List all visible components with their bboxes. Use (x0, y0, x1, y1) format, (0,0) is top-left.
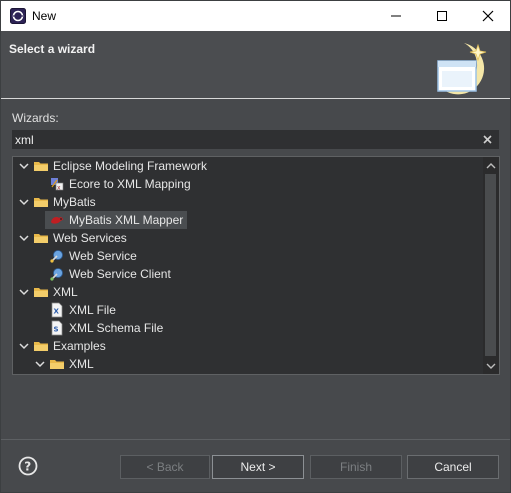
wizard-header: Select a wizard (1, 31, 510, 98)
maximize-icon (437, 11, 447, 21)
chevron-down-icon[interactable] (18, 232, 30, 244)
tree-item-web-services[interactable]: Web Services (13, 229, 483, 247)
folder-icon (50, 360, 64, 369)
cancel-button-label: Cancel (434, 460, 472, 474)
tree-item-mybatis[interactable]: MyBatis (13, 193, 483, 211)
tree-item-ecore-to-xml-mapping[interactable]: x Ecore to XML Mapping (13, 175, 483, 193)
web-service-client-icon (50, 268, 63, 281)
svg-text:?: ? (24, 460, 31, 474)
tree-item-label: Examples (53, 339, 106, 353)
tree-item-web-service-client[interactable]: Web Service Client (13, 265, 483, 283)
minimize-icon (391, 15, 401, 17)
tree-scrollbar[interactable] (483, 157, 499, 374)
folder-icon (34, 342, 48, 351)
tree-item-label: Web Service Client (69, 267, 171, 281)
tree-item-examples-xml[interactable]: XML (13, 355, 483, 373)
header-divider (1, 98, 510, 99)
xml-schema-icon: S (51, 320, 63, 336)
tree-item-mybatis-xml-mapper[interactable]: MyBatis XML Mapper (13, 211, 483, 229)
tree-item-label: XML (69, 357, 94, 371)
folder-icon (34, 162, 48, 171)
cancel-button[interactable]: Cancel (407, 455, 499, 479)
scroll-up-icon[interactable] (485, 160, 497, 172)
next-button-label: Next > (240, 460, 276, 474)
tree-item-label: Web Services (53, 231, 127, 245)
back-button[interactable]: < Back (120, 455, 210, 479)
help-icon[interactable]: ? (18, 456, 38, 476)
tree-item-label: Ecore to XML Mapping (69, 177, 191, 191)
next-button[interactable]: Next > (212, 455, 304, 479)
tree-item-web-service[interactable]: Web Service (13, 247, 483, 265)
clear-icon[interactable] (481, 133, 494, 146)
title-bar[interactable]: New (1, 1, 510, 31)
folder-icon (34, 288, 48, 297)
tree-item-label: XML Schema File (69, 321, 164, 335)
back-button-label: < Back (146, 460, 184, 474)
footer-divider (1, 439, 510, 440)
web-service-icon (50, 250, 63, 263)
wizard-banner-icon (437, 43, 487, 95)
page-title: Select a wizard (9, 42, 96, 56)
tree-item-label: MyBatis (53, 195, 96, 209)
eclipse-app-icon (10, 8, 26, 24)
tree-item-label: MyBatis XML Mapper (69, 213, 184, 227)
chevron-down-icon[interactable] (18, 160, 30, 172)
filter-input[interactable] (15, 131, 475, 148)
chevron-down-icon[interactable] (18, 286, 30, 298)
chevron-down-icon[interactable] (34, 358, 46, 370)
chevron-down-icon[interactable] (18, 340, 30, 352)
wizard-filter[interactable] (12, 130, 499, 149)
scroll-down-icon[interactable] (485, 360, 497, 372)
wizards-label: Wizards: (12, 111, 59, 125)
mybatis-icon (51, 217, 63, 224)
tree-item-label: XML (53, 285, 78, 299)
window-title: New (32, 9, 57, 23)
wizard-tree[interactable]: Eclipse Modeling Framework x Ecore to XM… (12, 156, 500, 375)
tree-item-examples[interactable]: Examples (13, 337, 483, 355)
tree-item-label: Eclipse Modeling Framework (53, 159, 208, 173)
svg-text:S: S (54, 326, 59, 334)
scrollbar-thumb[interactable] (485, 174, 496, 356)
close-icon (482, 10, 494, 22)
svg-text:X: X (54, 308, 60, 316)
folder-icon (34, 198, 48, 207)
xml-file-icon: X (51, 302, 63, 318)
minimize-button[interactable] (373, 1, 419, 31)
maximize-button[interactable] (419, 1, 465, 31)
tree-item-xml[interactable]: XML (13, 283, 483, 301)
tree-item-label: XML File (69, 303, 116, 317)
tree-item-emf[interactable]: Eclipse Modeling Framework (13, 157, 483, 175)
finish-button[interactable]: Finish (310, 455, 402, 479)
new-wizard-dialog: New Select a wizard Wizards: xml Eclipse… (0, 0, 511, 493)
close-button[interactable] (465, 1, 511, 31)
tree-item-xml-file[interactable]: X XML File (13, 301, 483, 319)
folder-icon (34, 234, 48, 243)
tree-item-xml-schema-file[interactable]: S XML Schema File (13, 319, 483, 337)
finish-button-label: Finish (339, 460, 372, 474)
ecore-mapping-icon: x (51, 178, 64, 192)
tree-item-label: Web Service (69, 249, 137, 263)
svg-text:x: x (57, 185, 61, 192)
chevron-down-icon[interactable] (18, 196, 30, 208)
